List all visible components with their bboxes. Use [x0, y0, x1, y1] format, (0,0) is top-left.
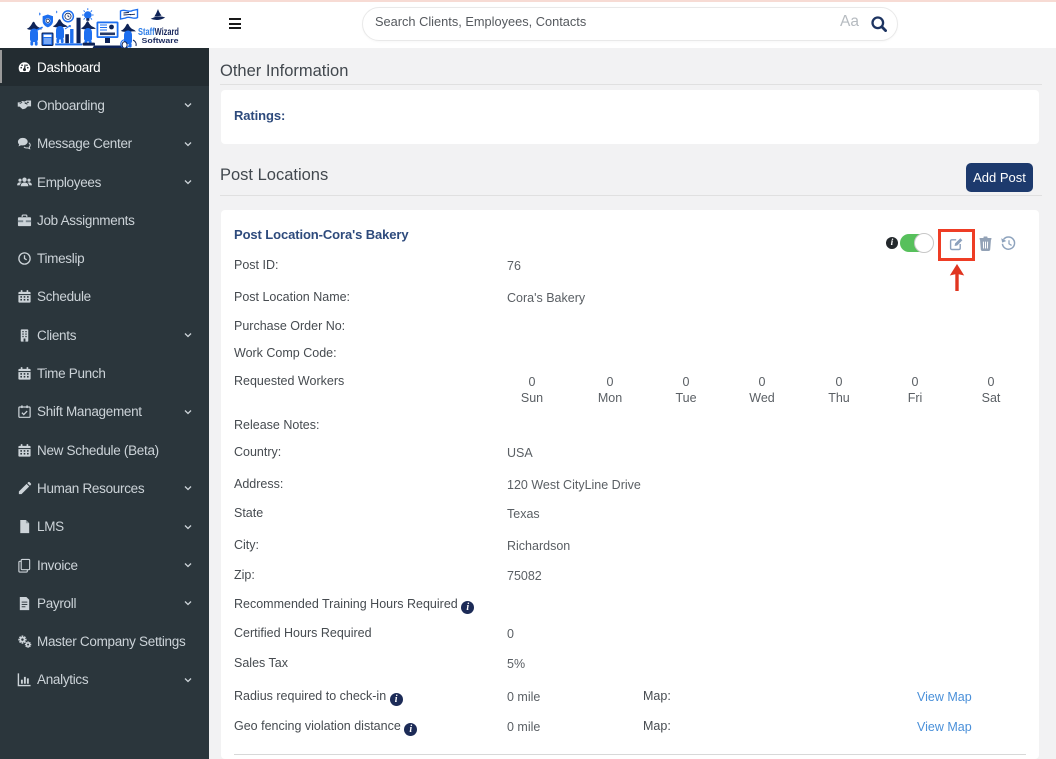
svg-text:Software: Software [142, 38, 179, 45]
svg-text:StaffWizard: StaffWizard [138, 26, 179, 38]
